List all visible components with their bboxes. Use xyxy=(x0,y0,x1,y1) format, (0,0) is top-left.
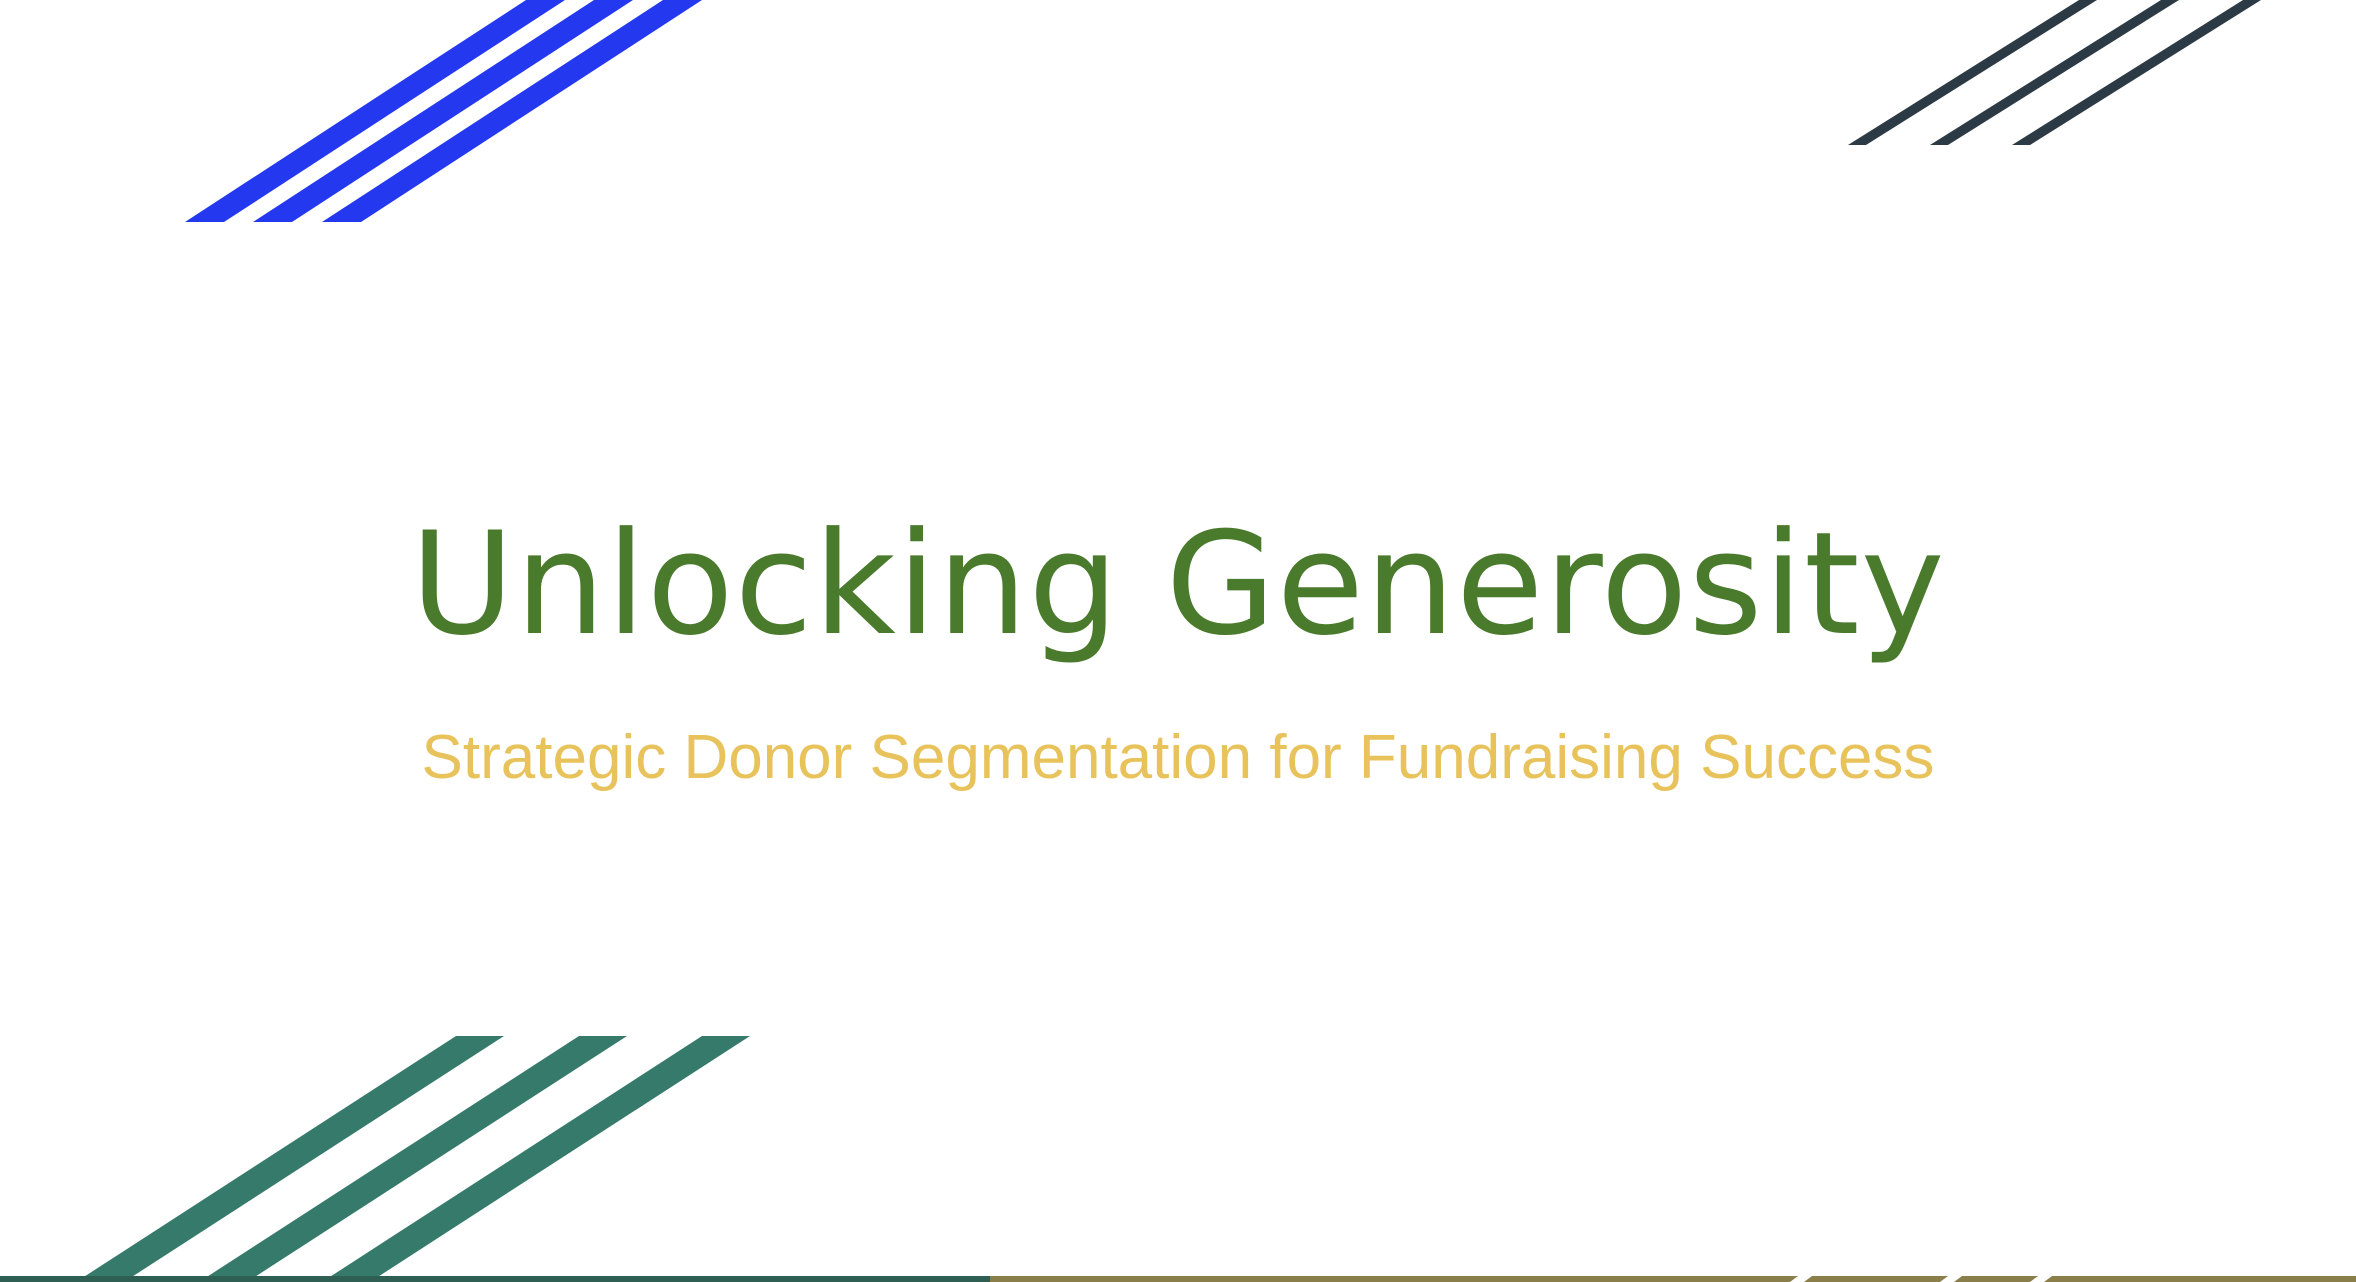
bottom-left-stripes xyxy=(76,1036,750,1282)
slide-title: Unlocking Generosity xyxy=(410,502,1946,667)
stripe xyxy=(253,0,633,222)
slide-subtitle: Strategic Donor Segmentation for Fundrai… xyxy=(421,723,1935,792)
bottom-bar-left xyxy=(0,1276,990,1282)
top-left-stripes xyxy=(185,0,702,222)
top-right-stripes xyxy=(1848,0,2261,145)
bottom-bar-right xyxy=(990,1276,2356,1282)
slide: Unlocking Generosity Strategic Donor Seg… xyxy=(0,0,2356,1282)
